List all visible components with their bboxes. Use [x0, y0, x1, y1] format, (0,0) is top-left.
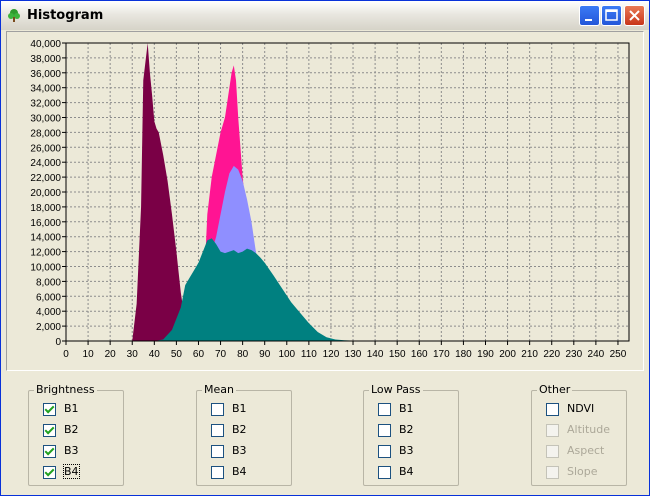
histogram-plot: 0 2,000 4,000 6,000 8,000 10,000 12,000 14,000 1…: [30, 39, 630, 360]
y-tick-label: 18,000: [30, 203, 61, 214]
x-tick-label: 20: [105, 349, 117, 360]
checkbox-label: B3: [64, 444, 79, 457]
x-tick-label: 150: [389, 349, 406, 360]
x-tick-label: 120: [323, 349, 340, 360]
y-tick-label: 22,000: [30, 173, 61, 184]
y-tick-label: 8,000: [36, 277, 61, 288]
y-tick-label: 28,000: [30, 128, 61, 139]
y-tick-label: 24,000: [30, 158, 61, 169]
checkbox-empty-icon: [546, 445, 559, 458]
x-tick-label: 80: [237, 349, 249, 360]
group-brightness: Brightness B1 B2 B3 B4: [28, 383, 124, 486]
group-title: Low Pass: [369, 383, 423, 396]
y-tick-label: 6,000: [36, 292, 61, 303]
x-tick-label: 30: [127, 349, 139, 360]
x-tick-label: 60: [193, 349, 205, 360]
y-tick-label: 40,000: [30, 39, 61, 50]
x-tick-label: 110: [301, 349, 317, 360]
checkbox-empty-icon[interactable]: [546, 403, 559, 416]
x-tick-label: 100: [278, 349, 295, 360]
group-other: Other NDVI Altitude Aspect Slope: [531, 383, 627, 486]
x-tick-label: 140: [367, 349, 384, 360]
close-icon: [629, 10, 640, 21]
group-mean: Mean B1 B2 B3 B4: [196, 383, 292, 486]
x-tick-label: 0: [63, 349, 69, 360]
y-tick-label: 20,000: [30, 188, 61, 199]
x-tick-label: 220: [543, 349, 560, 360]
x-tick-label: 160: [411, 349, 428, 360]
y-tick-label: 26,000: [30, 143, 61, 154]
checkbox-empty-icon[interactable]: [378, 445, 391, 458]
y-tick-label: 32,000: [30, 99, 61, 110]
checkbox-label: Slope: [567, 465, 598, 478]
x-tick-label: 180: [455, 349, 472, 360]
checkbox-checked-icon[interactable]: [43, 466, 56, 479]
checkbox-label: B2: [399, 423, 414, 436]
close-button[interactable]: [624, 5, 645, 26]
checkbox-label: B1: [399, 402, 414, 415]
checkbox-label: B1: [232, 402, 247, 415]
checkbox-empty-icon[interactable]: [211, 424, 224, 437]
group-title: Other: [537, 383, 573, 396]
group-title: Mean: [202, 383, 236, 396]
checkbox-empty-icon[interactable]: [211, 445, 224, 458]
y-tick-label: 4,000: [36, 307, 61, 318]
app-leaf-icon: [8, 9, 20, 22]
checkbox-empty-icon[interactable]: [378, 403, 391, 416]
y-tick-label: 2,000: [36, 322, 61, 333]
y-tick-label: 10,000: [30, 263, 61, 274]
x-tick-label: 200: [499, 349, 516, 360]
title-bar[interactable]: Histogram: [1, 1, 649, 30]
x-tick-label: 70: [215, 349, 227, 360]
x-tick-label: 250: [610, 349, 627, 360]
checkbox-empty-icon: [546, 424, 559, 437]
checkbox-label: NDVI: [567, 402, 595, 415]
maximize-icon: [605, 9, 618, 21]
x-tick-label: 40: [149, 349, 161, 360]
checkbox-label: B3: [232, 444, 247, 457]
minimize-button[interactable]: [579, 5, 600, 26]
group-title: Brightness: [34, 383, 97, 396]
checkbox-label: B2: [64, 423, 79, 436]
minimize-icon: [585, 19, 592, 21]
histogram-chart: 0 2,000 4,000 6,000 8,000 10,000 12,000 14,000 1…: [6, 31, 644, 371]
checkbox-label: Aspect: [567, 444, 605, 457]
checkbox-label: B1: [64, 402, 79, 415]
x-tick-label: 130: [345, 349, 362, 360]
group-low-pass: Low Pass B1 B2 B3 B4: [363, 383, 459, 486]
checkbox-label: Altitude: [567, 423, 610, 436]
checkbox-label: B3: [399, 444, 414, 457]
checkbox-label: B4: [232, 465, 247, 478]
histogram-window: Histogram 0 2,000 4,000 6,000 8,000 10,000 12,…: [0, 0, 650, 496]
x-tick-label: 230: [565, 349, 582, 360]
checkbox-empty-icon[interactable]: [378, 424, 391, 437]
checkbox-checked-icon[interactable]: [43, 424, 56, 437]
checkbox-label: B4: [399, 465, 414, 478]
checkbox-label: B2: [232, 423, 247, 436]
x-tick-label: 10: [83, 349, 95, 360]
y-tick-label: 12,000: [30, 248, 61, 259]
checkbox-checked-icon[interactable]: [43, 403, 56, 416]
x-tick-label: 170: [433, 349, 450, 360]
y-tick-label: 36,000: [30, 69, 61, 80]
checkbox-label: B4: [63, 464, 80, 479]
x-tick-label: 190: [477, 349, 494, 360]
window-title: Histogram: [27, 8, 104, 23]
checkbox-checked-icon[interactable]: [43, 445, 56, 458]
checkbox-empty-icon[interactable]: [211, 403, 224, 416]
y-tick-label: 30,000: [30, 114, 61, 125]
y-tick-label: 34,000: [30, 84, 61, 95]
checkbox-empty-icon[interactable]: [378, 466, 391, 479]
x-tick-label: 50: [171, 349, 183, 360]
checkbox-empty-icon[interactable]: [211, 466, 224, 479]
y-tick-label: 38,000: [30, 54, 61, 65]
y-tick-label: 0: [55, 337, 61, 348]
x-tick-label: 90: [259, 349, 271, 360]
x-tick-label: 240: [588, 349, 605, 360]
x-tick-label: 210: [521, 349, 538, 360]
y-tick-label: 14,000: [30, 233, 61, 244]
checkbox-empty-icon: [546, 466, 559, 479]
y-tick-label: 16,000: [30, 218, 61, 229]
maximize-button[interactable]: [601, 5, 622, 26]
